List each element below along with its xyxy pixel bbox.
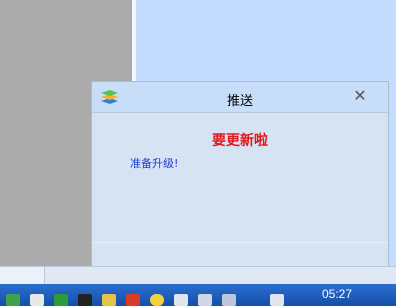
document-icon[interactable] bbox=[30, 294, 44, 306]
close-button[interactable]: ✕ bbox=[350, 85, 370, 107]
strip-cell bbox=[0, 267, 45, 285]
volume-icon[interactable] bbox=[270, 294, 284, 306]
device-icon[interactable] bbox=[198, 294, 212, 306]
notification-popup: 推送 ✕ 要更新啦 准备升级! bbox=[91, 81, 389, 280]
taskbar: 05:27 bbox=[0, 284, 396, 306]
penguin-icon[interactable] bbox=[78, 294, 92, 306]
network-icon[interactable] bbox=[222, 294, 236, 306]
popup-message: 准备升级! bbox=[130, 157, 179, 170]
green-app-icon[interactable] bbox=[6, 294, 20, 306]
window-strip bbox=[0, 266, 396, 285]
shield-icon[interactable] bbox=[54, 294, 68, 306]
file-icon[interactable] bbox=[174, 294, 188, 306]
popup-header: 推送 ✕ bbox=[92, 82, 388, 113]
folder-icon[interactable] bbox=[102, 294, 116, 306]
popup-divider bbox=[92, 242, 388, 243]
popup-title: 推送 bbox=[226, 94, 253, 109]
red-app-icon[interactable] bbox=[126, 294, 140, 306]
popup-headline: 要更新啦 bbox=[212, 133, 268, 149]
smiley-icon[interactable] bbox=[150, 294, 164, 306]
taskbar-clock[interactable]: 05:27 bbox=[322, 287, 352, 301]
